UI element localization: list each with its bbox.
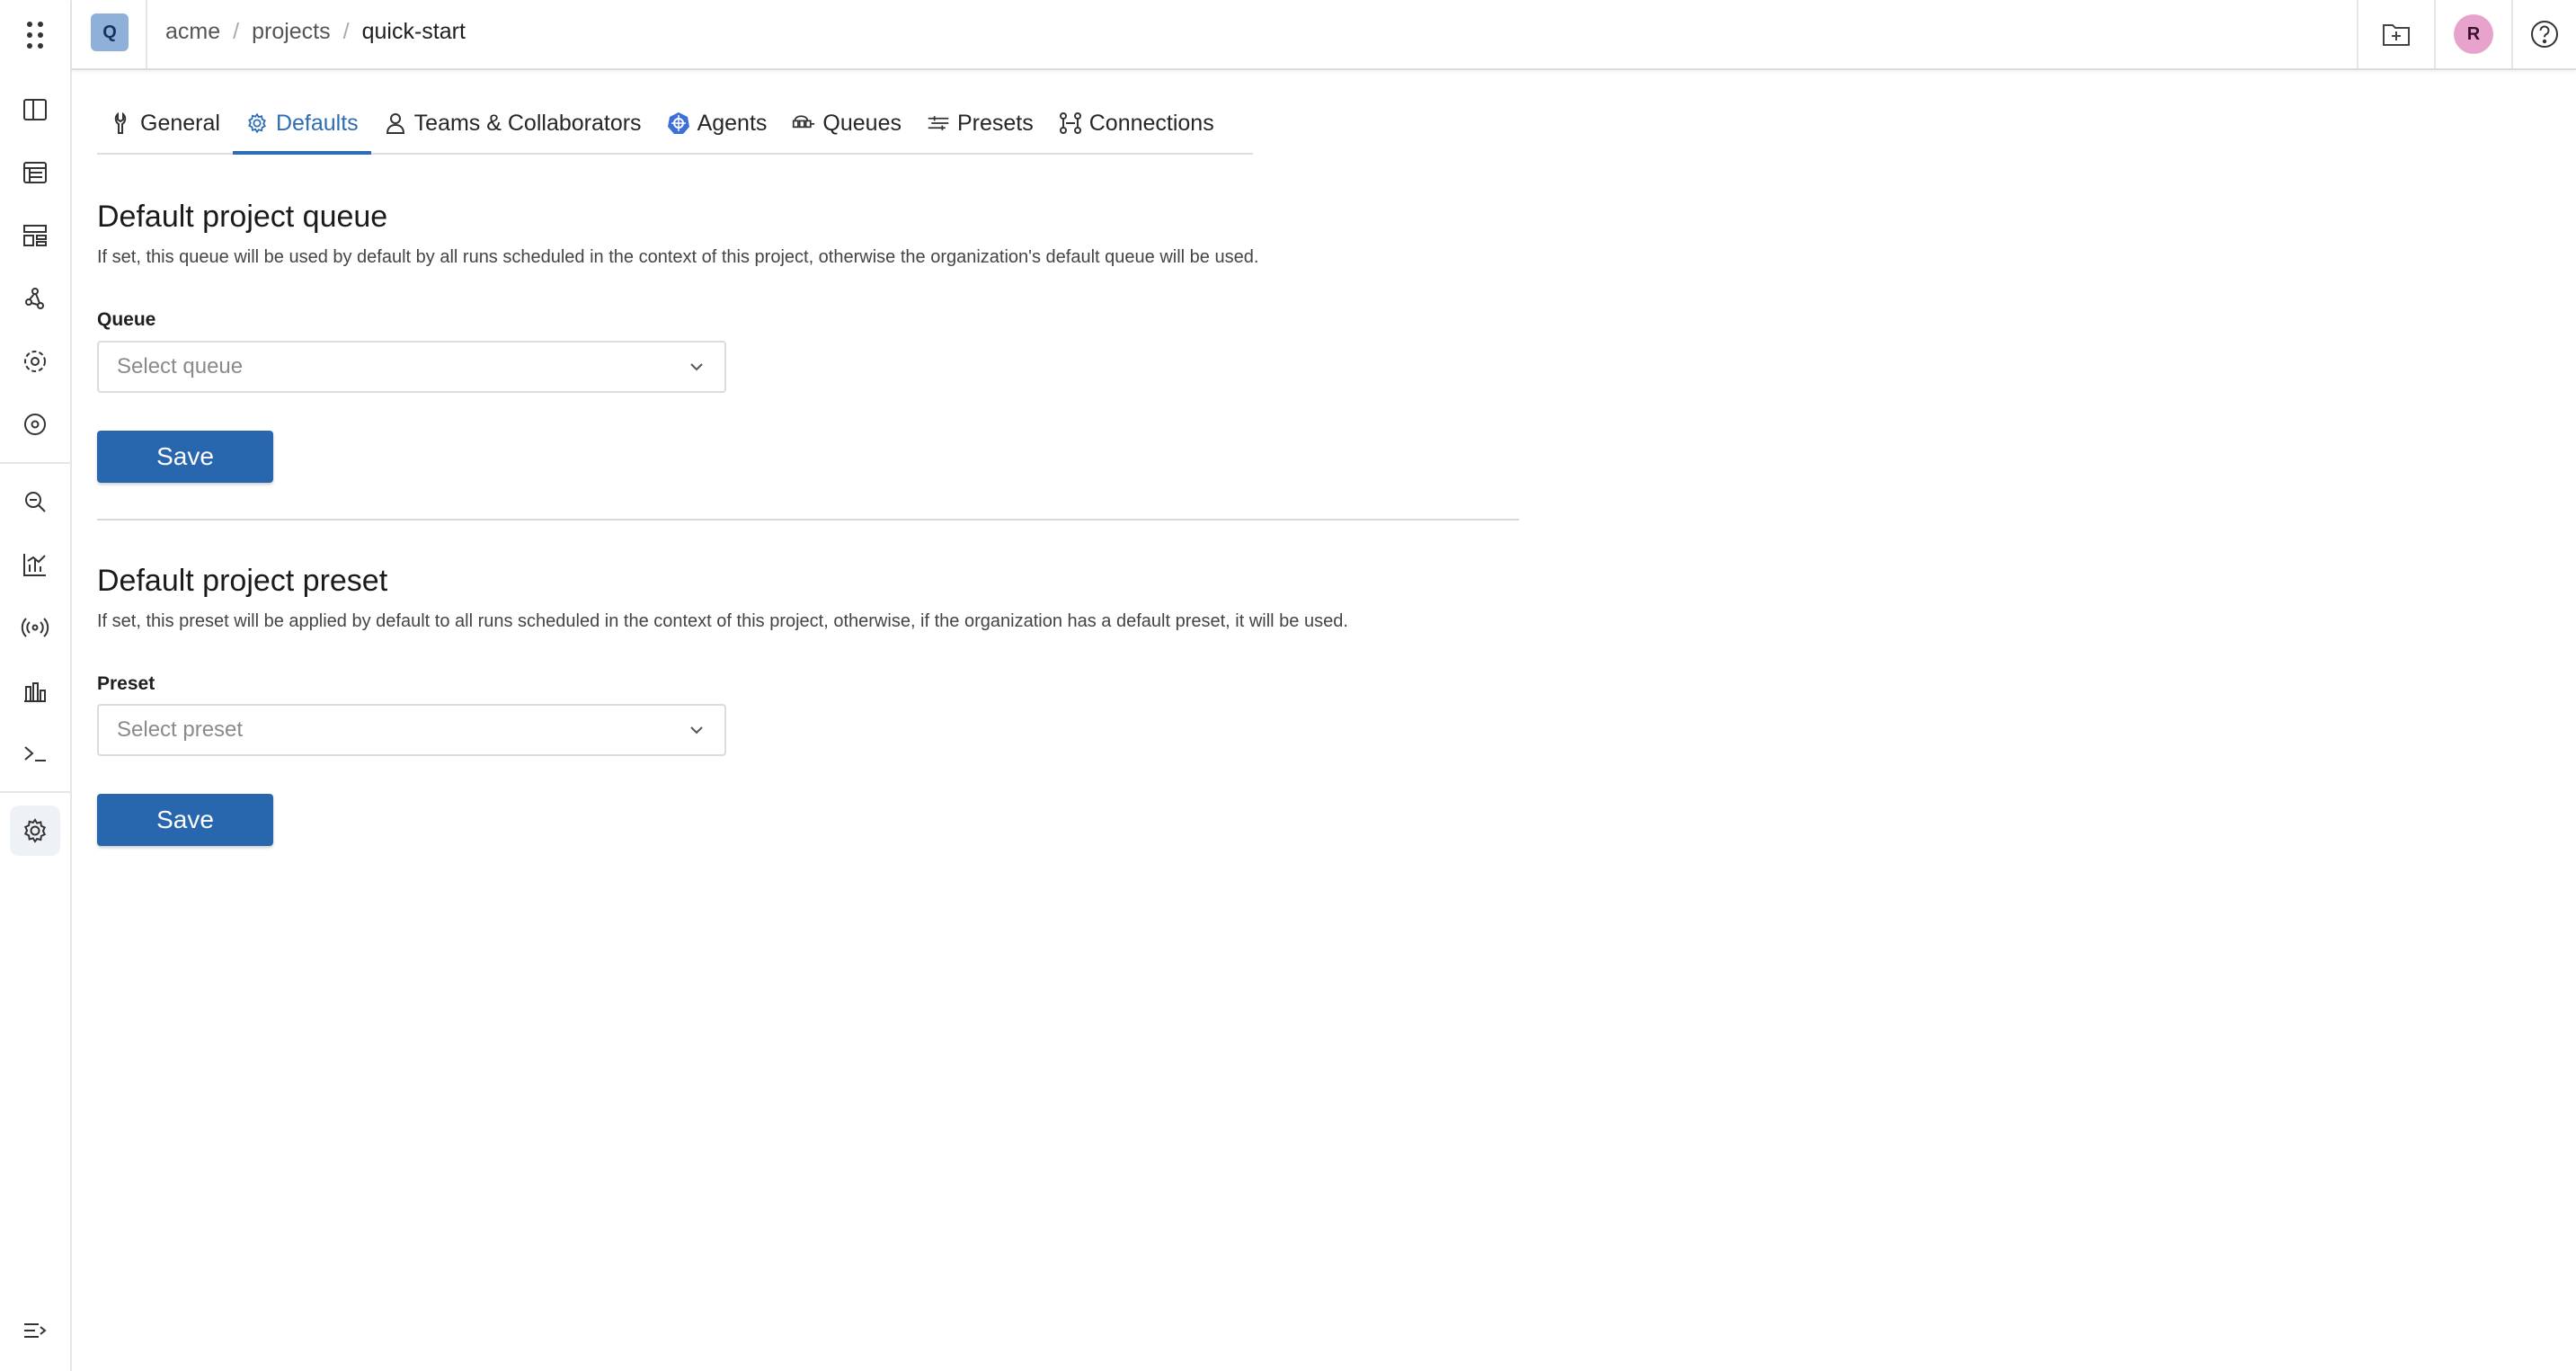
sidebar-item-components[interactable] [10, 210, 60, 261]
tab-label: Defaults [275, 110, 359, 136]
preset-select-placeholder: Select preset [117, 717, 244, 742]
tab-label: Connections [1088, 110, 1214, 136]
tab-connections[interactable]: Connections [1046, 93, 1227, 153]
preset-icon [928, 116, 949, 130]
collapse-menu-icon [24, 1323, 47, 1338]
agents-icon [24, 351, 46, 372]
runs-icon [23, 162, 47, 183]
top-header: Q acme / projects / quick-start R [72, 0, 2576, 70]
section-title: Default project preset [97, 564, 388, 598]
user-avatar: R [2454, 14, 2493, 54]
tab-defaults[interactable]: Defaults [232, 93, 371, 155]
save-preset-button[interactable]: Save [97, 794, 273, 846]
broadcast-icon [21, 618, 49, 637]
header-divider [146, 0, 147, 68]
sidebar-item-settings[interactable] [10, 806, 60, 856]
sidebar [0, 0, 72, 1371]
breadcrumb-org[interactable]: acme [165, 19, 220, 45]
sidebar-item-runs[interactable] [10, 147, 60, 198]
tab-teams-collaborators[interactable]: Teams & Collaborators [371, 93, 654, 153]
sidebar-item-agents[interactable] [10, 336, 60, 387]
preset-select[interactable]: Select preset [97, 704, 726, 756]
default-preset-section: Default project preset If set, this pres… [97, 564, 1625, 851]
components-icon [23, 225, 47, 246]
queue-select-placeholder: Select queue [117, 354, 244, 378]
tab-agents[interactable]: Agents [654, 93, 780, 153]
sidebar-item-terminal[interactable] [10, 728, 60, 779]
eye-cycle-icon [24, 414, 47, 435]
search-icon [25, 492, 46, 512]
new-folder-button[interactable] [2358, 0, 2434, 68]
folder-add-icon [2383, 24, 2410, 46]
terminal-icon [24, 746, 46, 761]
sidebar-item-dashboard[interactable] [10, 85, 60, 135]
user-menu-button[interactable]: R [2436, 0, 2511, 68]
tab-general[interactable]: General [97, 93, 233, 153]
dashboard-icon [23, 99, 47, 120]
app-menu-button[interactable] [0, 0, 70, 70]
section-divider [97, 519, 1519, 521]
charts-icon [24, 682, 46, 702]
chevron-down-icon [690, 363, 703, 371]
sidebar-divider [0, 462, 70, 464]
grid-dots-icon [27, 22, 43, 49]
tab-label: Queues [822, 110, 902, 136]
pipelines-icon [25, 288, 44, 309]
breadcrumb: acme / projects / quick-start [165, 0, 466, 63]
tab-label: Presets [956, 110, 1034, 136]
queue-select[interactable]: Select queue [97, 341, 726, 393]
breadcrumb-separator: / [342, 18, 350, 44]
save-queue-button[interactable]: Save [97, 431, 273, 483]
help-button[interactable] [2513, 0, 2576, 68]
sidebar-item-search[interactable] [10, 476, 60, 527]
sidebar-divider [0, 791, 70, 793]
breadcrumb-current-project[interactable]: quick-start [362, 19, 466, 45]
breadcrumb-separator: / [233, 18, 240, 44]
tab-queues[interactable]: Queues [779, 93, 914, 153]
wrench-icon [114, 111, 127, 134]
sidebar-item-observe[interactable] [10, 399, 60, 450]
queue-icon [793, 115, 815, 129]
metrics-icon [23, 554, 46, 576]
project-avatar[interactable]: Q [91, 13, 129, 51]
section-description: If set, this preset will be applied by d… [97, 611, 1348, 631]
sidebar-item-pipelines[interactable] [10, 273, 60, 324]
gear-icon [248, 112, 266, 134]
help-icon [2531, 21, 2558, 48]
preset-field-label: Preset [97, 673, 155, 694]
collapse-menu-button[interactable] [10, 1305, 60, 1356]
chevron-down-icon [690, 726, 703, 734]
settings-tabs: General Defaults Teams & Collaborators A… [97, 93, 1253, 155]
helm-icon [667, 112, 689, 134]
tab-label: Teams & Collaborators [413, 110, 642, 136]
section-title: Default project queue [97, 200, 388, 234]
tab-presets[interactable]: Presets [914, 93, 1046, 153]
sidebar-item-charts[interactable] [10, 665, 60, 716]
settings-icon [23, 818, 47, 843]
sidebar-item-metrics[interactable] [10, 539, 60, 590]
section-description: If set, this queue will be used by defau… [97, 247, 1259, 267]
default-queue-section: Default project queue If set, this queue… [97, 200, 1625, 487]
sidebar-item-broadcast[interactable] [10, 602, 60, 653]
tab-label: Agents [697, 110, 768, 136]
user-icon [386, 113, 404, 134]
breadcrumb-projects[interactable]: projects [252, 19, 331, 45]
connections-icon [1059, 112, 1081, 134]
tab-label: General [140, 110, 220, 136]
queue-field-label: Queue [97, 309, 156, 330]
